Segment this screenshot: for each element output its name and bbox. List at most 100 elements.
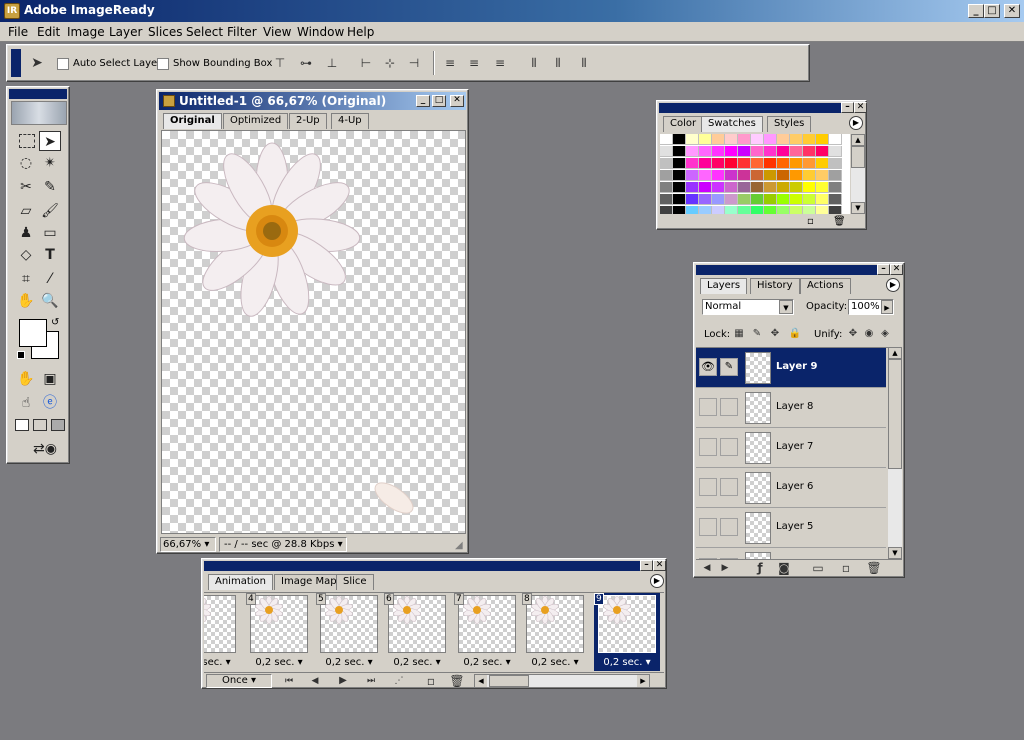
color-swatch[interactable] [686, 194, 699, 205]
color-swatch[interactable] [738, 146, 751, 157]
color-swatch[interactable] [699, 182, 712, 193]
rectangle-tool-icon[interactable]: ▭ [39, 223, 61, 243]
frame-delay[interactable]: 0,2 sec. ▾ [246, 657, 312, 668]
layer-mask-icon[interactable]: ◙ [776, 560, 792, 576]
color-swatch[interactable] [790, 182, 803, 193]
blend-mode-select[interactable]: Normal ▼ [702, 299, 794, 315]
visibility-toggle[interactable] [699, 518, 717, 536]
frame-delay[interactable]: 0,2 sec. ▾ [384, 657, 450, 668]
color-swatch[interactable] [699, 146, 712, 157]
color-swatch[interactable] [764, 158, 777, 169]
color-swatch[interactable] [673, 158, 686, 169]
document-canvas[interactable] [161, 130, 466, 534]
menu-help[interactable]: Help [347, 25, 374, 39]
delete-frame-icon[interactable]: 🗑 [448, 673, 466, 689]
color-swatch[interactable] [829, 182, 842, 193]
new-layer-set-icon[interactable]: ▭ [810, 560, 826, 576]
document-close-button[interactable]: ✕ [450, 95, 464, 107]
bounding-box-checkbox[interactable] [157, 58, 169, 70]
color-swatch[interactable] [790, 146, 803, 157]
tab-color[interactable]: Color [663, 116, 704, 132]
document-minimize-button[interactable]: _ [416, 95, 430, 107]
visibility-eye-icon[interactable]: 👁 [699, 358, 717, 376]
color-swatch[interactable] [660, 146, 673, 157]
color-swatch[interactable] [686, 158, 699, 169]
color-swatch[interactable] [673, 170, 686, 181]
animation-frame-selected[interactable]: 9 0,2 sec. ▾ [594, 593, 660, 671]
color-swatch[interactable] [777, 206, 790, 214]
layer-row[interactable]: 👁 ✎ Layer 9 [696, 348, 886, 388]
color-swatch[interactable] [725, 194, 738, 205]
color-swatch[interactable] [699, 170, 712, 181]
layer-link-brush-icon[interactable]: ✎ [720, 358, 738, 376]
swatches-panel-title[interactable] [659, 103, 864, 113]
lock-transparency-icon[interactable]: ▦ [732, 326, 746, 342]
tab-swatches[interactable]: Swatches [701, 116, 763, 132]
color-swatch[interactable] [751, 146, 764, 157]
first-frame-icon[interactable]: ⏮ [280, 673, 298, 689]
frames-horizontal-scrollbar[interactable]: ◀ ▶ [474, 674, 650, 688]
color-swatch[interactable] [699, 206, 712, 214]
tab-animation[interactable]: Animation [208, 574, 273, 590]
tab-original[interactable]: Original [163, 113, 222, 129]
layer-link-toggle[interactable] [720, 518, 738, 536]
color-swatch[interactable] [764, 206, 777, 214]
stamp-tool-icon[interactable]: ♟ [15, 223, 37, 243]
magic-wand-tool-icon[interactable]: ✴ [39, 153, 61, 173]
color-swatch[interactable] [725, 146, 738, 157]
new-layer-icon[interactable]: ▫ [838, 560, 854, 576]
prev-layer-icon[interactable]: ◀ [700, 560, 714, 576]
color-swatch[interactable] [725, 158, 738, 169]
frame-delay[interactable]: 0,2 sec. ▾ [316, 657, 382, 668]
layers-minimize-button[interactable]: – [877, 264, 890, 275]
tab-actions[interactable]: Actions [800, 278, 851, 294]
opacity-arrow-icon[interactable]: ▶ [881, 300, 893, 314]
color-swatch[interactable] [790, 134, 803, 145]
new-swatch-icon[interactable]: ▫ [807, 216, 814, 227]
align-left-icon[interactable]: ⊢ [357, 55, 375, 71]
lock-all-icon[interactable]: 🔒 [788, 326, 802, 342]
layers-scroll-thumb[interactable] [888, 359, 902, 469]
move-tool-icon[interactable]: ➤ [39, 131, 61, 151]
menu-window[interactable]: Window [297, 25, 344, 39]
color-swatch[interactable] [660, 182, 673, 193]
lock-image-icon[interactable]: ✎ [750, 326, 764, 342]
color-swatch[interactable] [829, 146, 842, 157]
swatches-minimize-button[interactable]: – [841, 102, 854, 113]
color-swatch[interactable] [712, 134, 725, 145]
layers-panel-menu-icon[interactable]: ▶ [886, 278, 900, 292]
prev-frame-icon[interactable]: ◀ [306, 673, 324, 689]
color-swatch[interactable] [673, 194, 686, 205]
preview-in-browser-icon[interactable]: ⓔ [39, 393, 61, 413]
align-right-icon[interactable]: ⊣ [405, 55, 423, 71]
menu-slices[interactable]: Slices [148, 25, 183, 39]
loop-select[interactable]: Once ▾ [206, 674, 272, 688]
color-swatch[interactable] [816, 158, 829, 169]
animation-frame[interactable]: 8 0,2 sec. ▾ [522, 593, 588, 671]
color-swatch[interactable] [803, 194, 816, 205]
layer-row[interactable]: Layer 8 [696, 388, 886, 428]
zoom-tool-icon[interactable]: 🔍 [39, 291, 61, 311]
close-app-button[interactable]: ✕ [1004, 4, 1020, 18]
tab-optimized[interactable]: Optimized [223, 113, 289, 129]
layer-row[interactable]: Layer 5 [696, 508, 886, 548]
color-swatch[interactable] [764, 194, 777, 205]
align-bottom-icon[interactable]: ⊥ [323, 55, 341, 71]
rollover-preview-icon[interactable]: ☝ [15, 393, 37, 413]
tab-layers[interactable]: Layers [700, 278, 748, 294]
jump-to-photoshop-icon[interactable]: ⇄◉ [27, 439, 63, 459]
full-screen-mode-icon[interactable] [51, 419, 65, 431]
color-swatch[interactable] [686, 206, 699, 214]
layer-style-icon[interactable]: ƒ [752, 560, 768, 576]
auto-select-checkbox[interactable] [57, 58, 69, 70]
options-grip[interactable] [11, 49, 21, 77]
swap-colors-icon[interactable]: ↺ [51, 317, 59, 328]
color-swatch[interactable] [673, 206, 686, 214]
color-swatch[interactable] [725, 206, 738, 214]
color-swatch[interactable] [816, 146, 829, 157]
color-swatch[interactable] [699, 158, 712, 169]
delete-layer-icon[interactable]: 🗑 [866, 560, 882, 576]
color-swatch[interactable] [699, 194, 712, 205]
lock-position-icon[interactable]: ✥ [768, 326, 782, 342]
color-swatch[interactable] [738, 170, 751, 181]
